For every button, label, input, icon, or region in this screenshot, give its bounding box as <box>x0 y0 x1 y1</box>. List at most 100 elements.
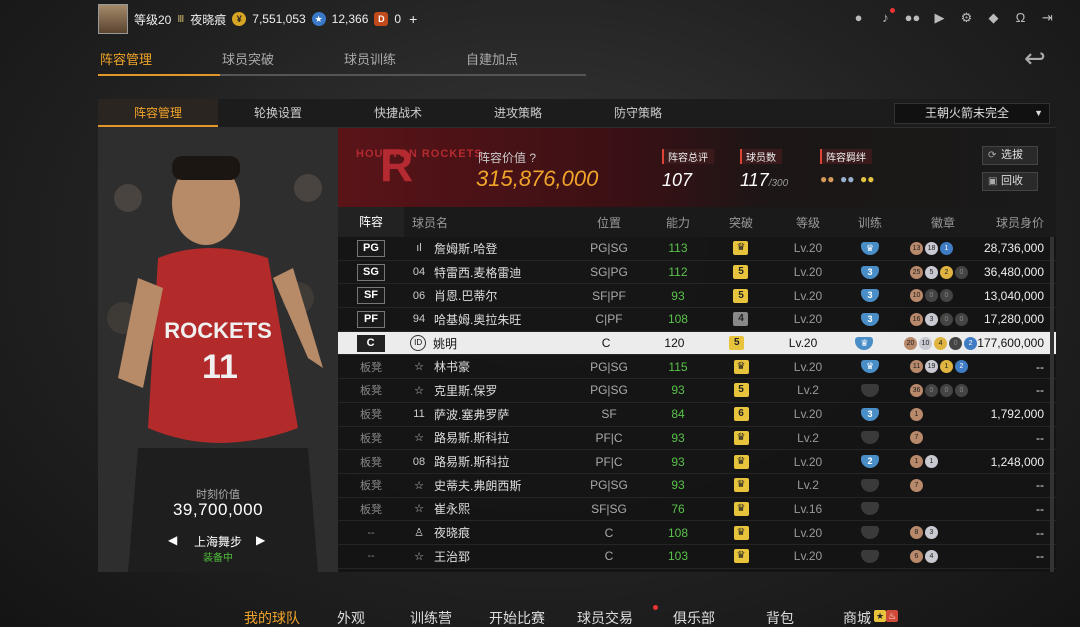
badge-icon: 0 <box>925 383 938 397</box>
table-row[interactable]: 板凳 ☆ 崔永熙 SF|SG 76 ♛ Lv.16 -- <box>338 498 1056 522</box>
lineup-chemistry[interactable]: 阵容羁绊 ●● ●● ●● <box>820 148 876 186</box>
bell-icon[interactable]: ♪ <box>877 8 895 26</box>
lineup-slot: 板凳 <box>338 382 404 398</box>
subtab-defense[interactable]: 防守策略 <box>578 99 698 127</box>
breakthrough-badge-icon: 6 <box>733 407 749 422</box>
table-row[interactable]: C ID 姚明 C 120 5 Lv.20 ♛ 20 10 4 0 2 177,600,000 <box>338 331 1056 356</box>
roster-table-header: 阵容 球员名 位置 能力 突破 等级 训练 徽章 球员身价 <box>338 207 1056 237</box>
nav-my-team[interactable]: 我的球队 <box>230 608 314 627</box>
col-position[interactable]: 位置 <box>566 214 652 231</box>
subtab-rotation[interactable]: 轮换设置 <box>218 99 338 127</box>
badge-icon: 8 <box>910 526 923 540</box>
subtab-offense[interactable]: 进攻策略 <box>458 99 578 127</box>
badge-list: 36 0 0 0 <box>902 383 984 397</box>
equipped-status: 装备中 <box>203 553 233 564</box>
subtab-quick-tactics[interactable]: 快捷战术 <box>338 99 458 127</box>
badge-icon: 2 <box>964 336 978 350</box>
badge-icon: 2 <box>955 360 968 374</box>
col-training[interactable]: 训练 <box>838 214 902 231</box>
table-row[interactable]: 板凳 11 萨波.塞弗罗萨 SF 84 6 Lv.20 3 1 1,792,000 <box>338 403 1056 427</box>
player-price: 17,280,000 <box>983 312 1045 327</box>
lineup-slot: 板凳 <box>338 359 404 375</box>
lineup-slot: PF <box>338 310 404 328</box>
player-name: 路易斯.斯科拉 <box>434 455 510 470</box>
exit-icon[interactable]: ⇥ <box>1039 9 1056 26</box>
col-price[interactable]: 球员身价 <box>984 214 1056 231</box>
player-level: Lv.20 <box>793 407 823 422</box>
headset-icon[interactable]: Ω <box>1012 9 1029 26</box>
table-row[interactable]: 板凳 ☆ 路易斯.斯科拉 PF|C 93 ♛ Lv.2 7 -- <box>338 427 1056 451</box>
video-icon[interactable]: ▶ <box>931 9 948 26</box>
table-row[interactable]: 板凳 ☆ 史蒂夫.弗朗西斯 PG|SG 93 ♛ Lv.2 7 -- <box>338 474 1056 498</box>
table-row[interactable]: 板凳 ☆ 克里斯.保罗 PG|SG 93 5 Lv.2 36 0 0 0 -- <box>338 379 1056 403</box>
table-row[interactable]: SF 06 肖恩.巴蒂尔 SF|PF 93 5 Lv.20 3 10 0 0 13,040,000 <box>338 284 1056 309</box>
caret-down-icon: ▼ <box>1034 108 1043 118</box>
subtab-lineup[interactable]: 阵容管理 <box>98 99 218 127</box>
player-name: 哈基姆.奥拉朱旺 <box>434 312 522 327</box>
player-price: 177,600,000 <box>977 336 1044 351</box>
main-tabs: 阵容管理 球员突破 球员训练 自建加点 <box>98 48 586 76</box>
badge-list: 13 18 1 <box>902 241 984 255</box>
badge-icon: 3 <box>925 526 938 540</box>
badge-icon: 36 <box>910 383 923 397</box>
shield-icon[interactable]: ◆ <box>985 9 1002 26</box>
bench-label: 板凳 <box>360 503 382 516</box>
friends-icon[interactable]: ●● <box>904 9 921 26</box>
badge-icon: 11 <box>910 360 923 374</box>
table-row[interactable]: PG ıl 詹姆斯.哈登 PG|SG 113 ♛ Lv.20 ♛ 13 18 1 28,736,000 <box>338 237 1056 261</box>
help-icon[interactable]: ? <box>529 151 536 165</box>
col-lineup[interactable]: 阵容 <box>338 207 404 237</box>
top-icon-bar: ● ♪ ●● ▶ ⚙ ◆ Ω ⇥ <box>850 8 1056 26</box>
scrollbar[interactable] <box>1050 237 1054 572</box>
diamond-amount: 0 <box>394 12 402 26</box>
breakthrough-badge-icon: ♛ <box>733 430 749 445</box>
tab-player-training[interactable]: 球员训练 <box>342 48 464 76</box>
badge-icon: 3 <box>924 312 938 326</box>
table-row[interactable]: 板凳 ☆ 林书豪 PG|SG 115 ♛ Lv.20 ♛ 11 19 1 2 -- <box>338 355 1056 380</box>
recycle-button[interactable]: ▣ 回收 <box>982 172 1038 191</box>
table-row[interactable]: -- ♙ 夜晓痕 C 108 ♛ Lv.20 8 3 -- <box>338 521 1056 545</box>
bench-label: -- <box>367 526 375 539</box>
table-row[interactable]: SG 04 特雷西.麦格雷迪 SG|PG 112 5 Lv.20 3 25 5 2 0 36,480,0… <box>338 261 1056 285</box>
training-shield-icon <box>861 383 879 397</box>
badge-icon: 6 <box>910 549 923 563</box>
tab-custom-points[interactable]: 自建加点 <box>464 48 586 76</box>
person-icon[interactable]: ● <box>850 9 867 26</box>
table-row[interactable]: 板凳 08 路易斯.斯科拉 PF|C 93 ♛ Lv.20 2 1 1 1,248,000 <box>338 450 1056 474</box>
back-arrow-icon[interactable]: ↩ <box>1024 45 1058 71</box>
player-price: 1,248,000 <box>990 454 1044 469</box>
gear-icon[interactable]: ⚙ <box>958 9 975 26</box>
player-price: -- <box>1036 549 1044 564</box>
breakthrough-badge-icon: ♛ <box>733 359 749 374</box>
prev-skin-arrow-icon[interactable]: ◀ <box>168 533 177 547</box>
training-shield-icon: 3 <box>861 407 879 421</box>
tab-player-breakthrough[interactable]: 球员突破 <box>220 48 342 76</box>
jersey-number: ☆ <box>414 361 424 374</box>
table-row[interactable]: PF 94 哈基姆.奥拉朱旺 C|PF 108 4 Lv.20 3 16 3 0 0 17,280,00… <box>338 308 1056 332</box>
next-skin-arrow-icon[interactable]: ▶ <box>256 533 265 547</box>
nav-appearance[interactable]: 外观 <box>314 608 388 627</box>
col-breakthrough[interactable]: 突破 <box>704 214 778 231</box>
tab-lineup-management[interactable]: 阵容管理 <box>98 48 220 76</box>
nav-backpack[interactable]: 背包 <box>738 608 822 627</box>
nav-training-camp[interactable]: 训练营 <box>388 608 474 627</box>
col-badges[interactable]: 徽章 <box>902 214 984 231</box>
col-level[interactable]: 等级 <box>778 214 838 231</box>
nav-start-game[interactable]: 开始比赛 <box>474 608 560 627</box>
breakthrough-badge-icon: ♛ <box>733 241 749 256</box>
nav-club[interactable]: 俱乐部 <box>650 608 738 627</box>
table-row[interactable]: -- ☆ 王治郅 C 103 ♛ Lv.20 6 4 -- <box>338 545 1056 569</box>
player-ability: 113 <box>668 241 688 256</box>
nav-shop[interactable]: 商城 ★ ♨ <box>822 608 898 627</box>
col-name[interactable]: 球员名 <box>404 214 566 231</box>
player-ability: 115 <box>668 359 688 374</box>
recharge-plus-button[interactable]: + <box>409 11 417 27</box>
player-ability: 108 <box>667 525 689 540</box>
filter-button[interactable]: ⟳ 选拔 <box>982 146 1038 165</box>
lineup-slot: 板凳 <box>338 430 404 446</box>
nav-player-trade[interactable]: 球员交易 <box>560 605 658 627</box>
team-select-dropdown[interactable]: 王朝火箭未完全 ▼ <box>894 103 1050 124</box>
col-ability[interactable]: 能力 <box>652 214 704 231</box>
player-level: Lv.20 <box>793 241 823 256</box>
player-name: 夜晓痕 <box>434 526 471 541</box>
